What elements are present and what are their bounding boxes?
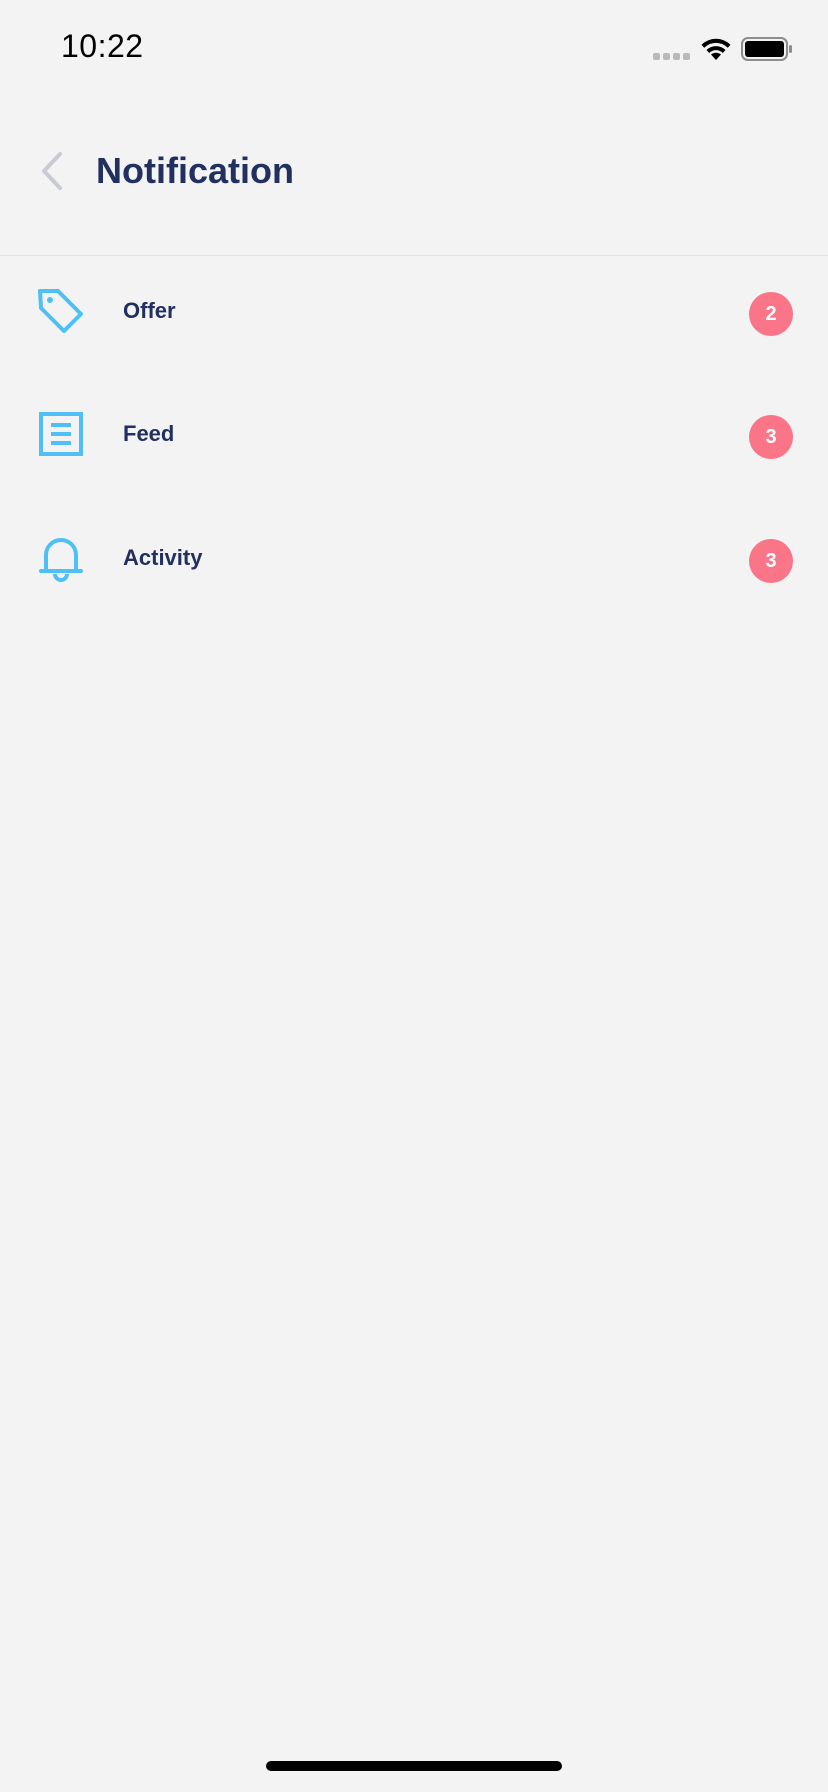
- home-indicator[interactable]: [266, 1761, 562, 1771]
- battery-icon: [741, 37, 792, 61]
- list-item-offer[interactable]: Offer 2: [0, 256, 828, 366]
- count-badge: 2: [749, 292, 793, 336]
- document-icon: [39, 412, 83, 456]
- status-time: 10:22: [61, 28, 144, 64]
- list-item-activity[interactable]: Activity 3: [0, 503, 828, 613]
- wifi-icon: [701, 38, 731, 60]
- header: Notification: [0, 100, 828, 256]
- list-item-label: Offer: [123, 298, 176, 323]
- tag-icon: [38, 289, 83, 333]
- list-item-label: Feed: [123, 421, 175, 446]
- count-badge: 3: [749, 415, 793, 459]
- list-item-label: Activity: [123, 545, 203, 570]
- list-item-feed[interactable]: Feed 3: [0, 379, 828, 489]
- chevron-left-icon[interactable]: [32, 146, 72, 196]
- bell-icon: [39, 538, 83, 582]
- cellular-signal-icon: [653, 53, 691, 61]
- page-title: Notification: [96, 150, 294, 191]
- status-bar: 10:22: [0, 0, 828, 100]
- count-badge: 3: [749, 539, 793, 583]
